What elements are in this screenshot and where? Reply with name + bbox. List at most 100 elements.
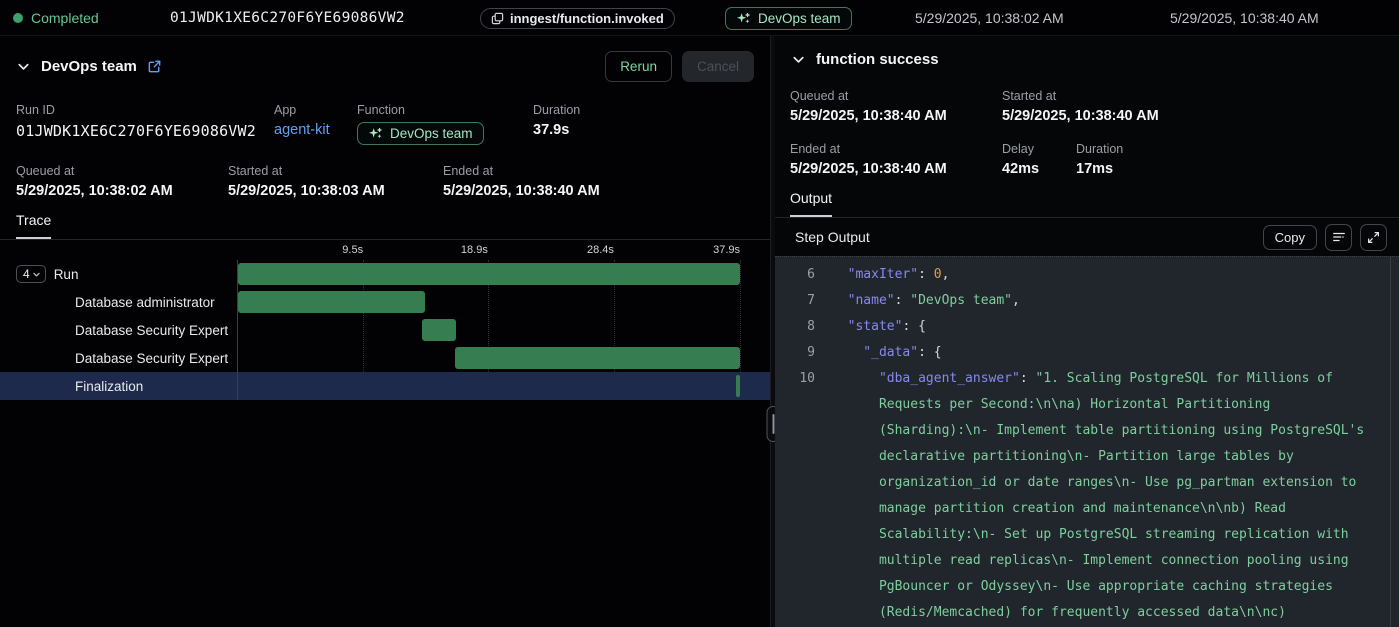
trace-tick-row: 9.5s 18.9s 28.4s 37.9s [237, 242, 740, 260]
code-content: "dba_agent_answer": "1. Scaling PostgreS… [832, 366, 1371, 627]
code-content: "maxIter": 0, [832, 262, 949, 288]
field-label: Duration [533, 103, 580, 117]
field-value: DevOps team [357, 122, 533, 146]
code-content: "name": "DevOps team", [832, 288, 1020, 314]
step-meta-row-1: Queued at5/29/2025, 10:38:40 AMStarted a… [775, 85, 1399, 124]
sparkle-icon [368, 126, 383, 141]
field-value: 5/29/2025, 10:38:40 AM [1002, 108, 1159, 124]
field-label: Ended at [443, 164, 600, 178]
tick-label: 9.5s [342, 244, 363, 256]
event-badge[interactable]: inngest/function.invoked [480, 8, 675, 29]
meta-field: Delay42ms [1002, 142, 1076, 177]
trace-span-bar[interactable] [238, 291, 425, 313]
event-copy-icon [491, 12, 504, 25]
field-label: Queued at [16, 164, 228, 178]
trace-rows: 4 Run Database administrator Database Secu… [0, 260, 770, 400]
span-count-dropdown[interactable]: 4 [16, 265, 46, 283]
line-number: 6 [775, 262, 815, 288]
copy-button[interactable]: Copy [1263, 225, 1317, 250]
step-meta-row-2: Ended at 5/29/2025, 10:38:40 AMDelay42msD… [775, 138, 1399, 177]
tick-label: 18.9s [461, 244, 488, 256]
meta-field: App agent-kit [274, 103, 357, 146]
meta-field: Duration 37.9s [533, 103, 580, 146]
trace-span-bar[interactable] [736, 375, 740, 397]
field-value: 5/29/2025, 10:38:40 AM [790, 161, 1002, 177]
code-scrollbar[interactable] [1390, 257, 1391, 627]
cancel-button[interactable]: Cancel [682, 51, 754, 82]
meta-field: Queued at5/29/2025, 10:38:40 AM [790, 89, 1002, 124]
field-value: 37.9s [533, 122, 580, 138]
code-line: 7 "name": "DevOps team", [775, 288, 1371, 314]
field-value: 5/29/2025, 10:38:40 AM [790, 108, 1002, 124]
field-label: Started at [228, 164, 443, 178]
step-detail-panel: function success Queued at5/29/2025, 10:… [775, 36, 1399, 627]
field-label: Run ID [16, 103, 274, 117]
meta-field: Ended at 5/29/2025, 10:38:40 AM [790, 142, 1002, 177]
run-status: Completed [13, 0, 99, 36]
field-value[interactable]: agent-kit [274, 122, 357, 138]
code-line: 9"_data": { [775, 340, 1371, 366]
run-meta-row-2: Queued at 5/29/2025, 10:38:02 AMStarted a… [0, 160, 770, 199]
tick-label: 28.4s [587, 244, 614, 256]
status-dot-icon [13, 13, 23, 23]
line-number: 7 [775, 288, 815, 314]
line-number: 8 [775, 314, 815, 340]
meta-field: Started at 5/29/2025, 10:38:03 AM [228, 164, 443, 199]
meta-field: Function DevOps team [357, 103, 533, 146]
field-label: Started at [1002, 89, 1159, 103]
code-line: 10"dba_agent_answer": "1. Scaling Postgr… [775, 366, 1371, 627]
run-tabbar: Trace [0, 212, 770, 240]
field-label: Duration [1076, 142, 1123, 156]
trace-row[interactable]: Database Security Expert [0, 316, 770, 344]
field-label: Function [357, 103, 533, 117]
step-output-code[interactable]: 6 "maxIter": 0, 7 "name": "DevOps team", 8 "s… [775, 256, 1399, 627]
run-detail-panel: DevOps team Rerun Cancel Run ID01JWDK1XE… [0, 36, 770, 627]
sparkle-icon [736, 11, 751, 26]
ended-timestamp: 5/29/2025, 10:38:40 AM [1170, 0, 1319, 36]
rerun-button[interactable]: Rerun [605, 51, 672, 82]
trace-span-bar[interactable] [422, 319, 456, 341]
meta-field: Started at 5/29/2025, 10:38:40 AM [1002, 89, 1159, 124]
step-tabbar: Output [775, 190, 1399, 218]
function-badge[interactable]: DevOps team [357, 122, 484, 145]
field-value: 17ms [1076, 161, 1123, 177]
field-value: 5/29/2025, 10:38:40 AM [443, 183, 600, 199]
queued-timestamp: 5/29/2025, 10:38:02 AM [915, 0, 1064, 36]
code-line: 6 "maxIter": 0, [775, 262, 1371, 288]
trace-row[interactable]: Database Security Expert [0, 344, 770, 372]
trace-timeline: 9.5s 18.9s 28.4s 37.9s 4 Run Database admini… [0, 242, 770, 400]
trace-row-label: Finalization [75, 379, 143, 394]
run-id-text: 01JWDK1XE6C270F6YE69086VW2 [170, 0, 405, 36]
trace-row-label: Database administrator [75, 295, 215, 310]
meta-field: Duration 17ms [1076, 142, 1123, 177]
expand-button[interactable] [1360, 224, 1387, 251]
tab-output[interactable]: Output [790, 190, 832, 217]
trace-span-bar[interactable] [455, 347, 740, 369]
step-panel-title: function success [816, 51, 939, 68]
trace-span-bar[interactable] [238, 263, 740, 285]
run-summary-bar: Completed 01JWDK1XE6C270F6YE69086VW2 inn… [0, 0, 1399, 36]
chevron-down-icon[interactable] [791, 52, 806, 67]
chevron-down-icon[interactable] [16, 59, 31, 74]
meta-field: Run ID01JWDK1XE6C270F6YE69086VW2 [16, 103, 274, 146]
tick-label: 37.9s [713, 244, 740, 256]
trace-row-label: Database Security Expert [75, 323, 228, 338]
code-content: "state": { [832, 314, 926, 340]
trace-row[interactable]: Finalization [0, 372, 770, 400]
meta-field: Queued at 5/29/2025, 10:38:02 AM [16, 164, 228, 199]
run-meta-row-1: Run ID01JWDK1XE6C270F6YE69086VW2App agent… [0, 99, 770, 146]
tab-trace[interactable]: Trace [16, 212, 51, 239]
field-value: 5/29/2025, 10:38:03 AM [228, 183, 443, 199]
word-wrap-button[interactable] [1325, 224, 1352, 251]
step-output-toolbar: Step Output Copy [775, 218, 1399, 256]
code-content: "_data": { [832, 340, 942, 366]
field-value: 5/29/2025, 10:38:02 AM [16, 183, 228, 199]
field-label: Ended at [790, 142, 1002, 156]
trace-row[interactable]: Database administrator [0, 288, 770, 316]
function-badge-top[interactable]: DevOps team [725, 7, 852, 30]
trace-row[interactable]: 4 Run [0, 260, 770, 288]
trace-axis-line [237, 260, 238, 400]
meta-field: Ended at 5/29/2025, 10:38:40 AM [443, 164, 600, 199]
external-link-icon[interactable] [147, 59, 162, 74]
field-label: App [274, 103, 357, 117]
